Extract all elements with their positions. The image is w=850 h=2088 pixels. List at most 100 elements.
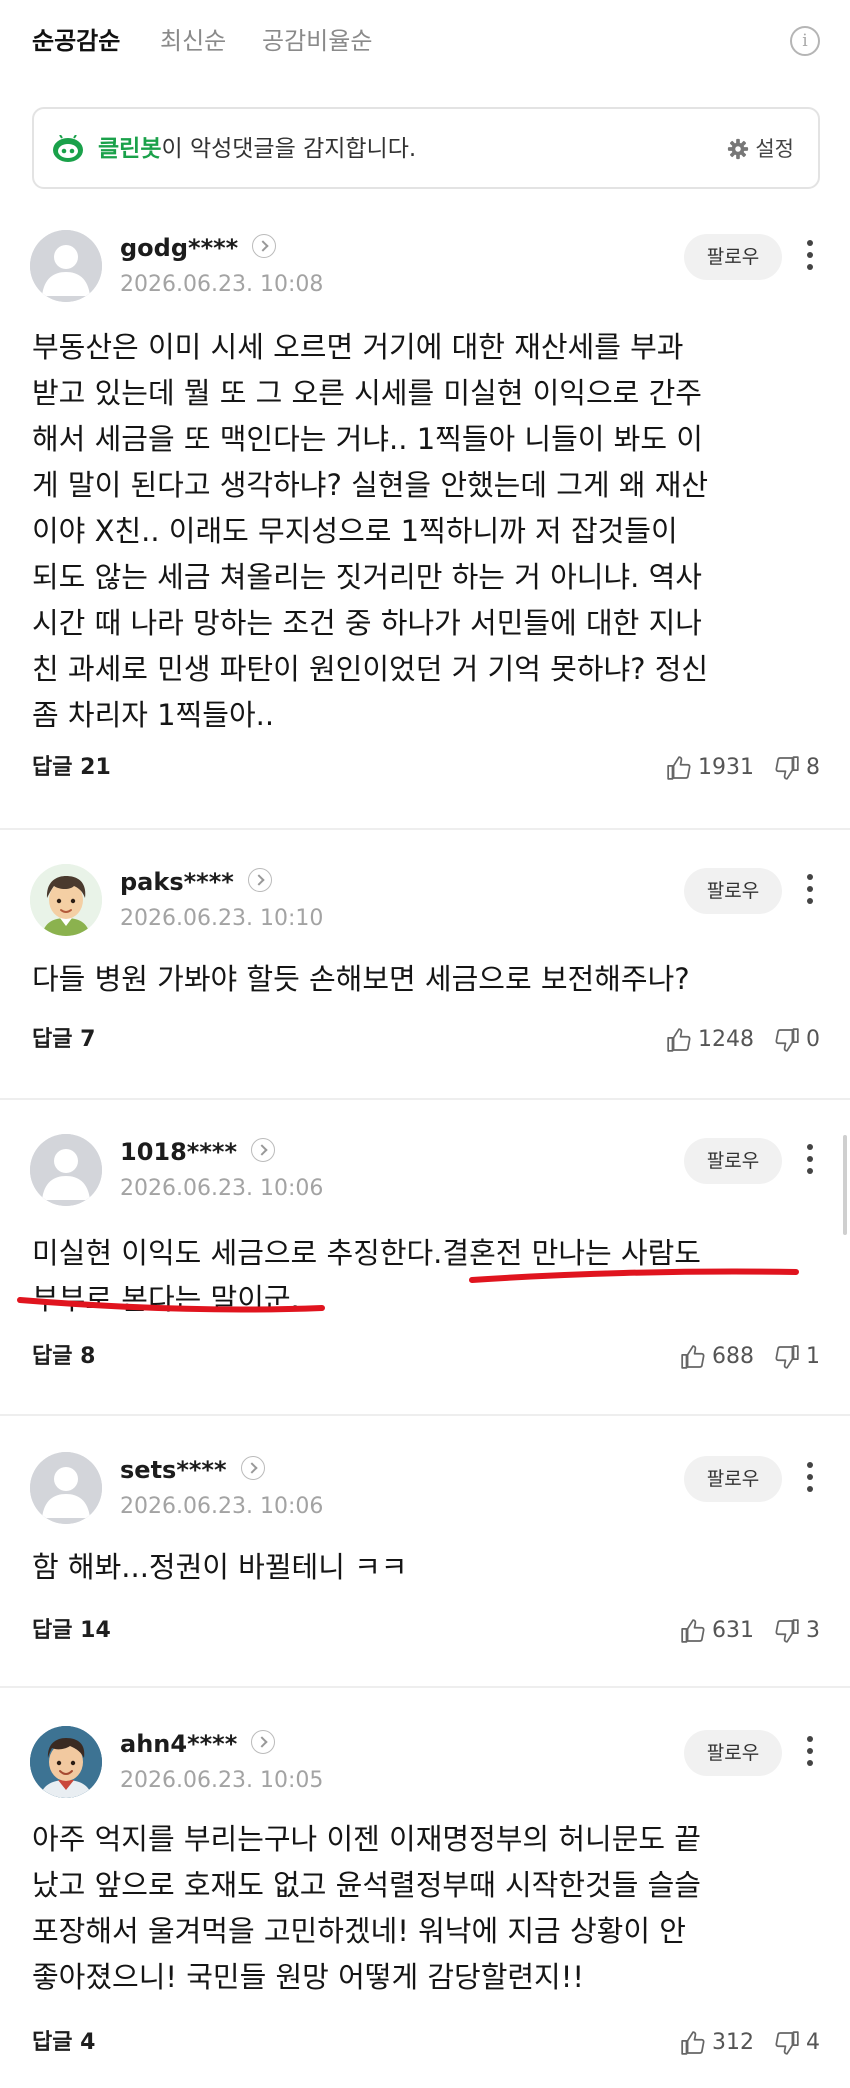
like-button[interactable]: 1931 [666,753,754,783]
reply-button[interactable]: 답글 21 [32,753,111,783]
nickname[interactable]: godg**** [120,232,277,264]
nickname[interactable]: 1018**** [120,1136,275,1168]
thumbs-down-icon [775,1619,799,1643]
like-count: 1248 [698,1027,754,1052]
cartoon-man-avatar-icon [30,1726,102,1798]
thumbs-up-icon [667,1028,691,1052]
avatar[interactable] [30,864,102,936]
cartoon-boy-avatar-icon [30,864,102,936]
reply-button[interactable]: 답글 14 [32,1616,111,1646]
thumbs-up-icon [667,756,691,780]
follow-button[interactable]: 팔로우 [684,868,782,914]
dislike-count: 1 [806,1344,820,1369]
comment-line: 이야 X친.. 이래도 무지성으로 1찍하니까 저 잡것들이 [32,514,678,548]
dislike-button[interactable]: 1 [774,1342,820,1372]
scrollbar[interactable] [843,1135,847,1235]
comment-line: 미실현 이익도 세금으로 추징한다.결혼전 만나는 사람도 [32,1236,701,1270]
avatar[interactable] [30,1726,102,1798]
chevron-right-icon[interactable] [247,868,272,892]
vote-group: 631 3 [680,1616,820,1646]
nickname[interactable]: ahn4**** [120,1728,276,1760]
vote-group: 1931 8 [666,753,820,783]
like-count: 688 [712,1344,754,1369]
reply-button[interactable]: 답글 4 [32,2028,95,2058]
like-button[interactable]: 312 [680,2028,754,2058]
thumbs-down-icon [775,756,799,780]
tab-like-ratio[interactable]: 공감비율순 [262,24,372,58]
follow-button[interactable]: 팔로우 [684,234,782,280]
comment-line: 받고 있는데 뭘 또 그 오른 시세를 미실현 이익으로 간주 [32,376,702,410]
cleanbot-banner: 클린봇이 악성댓글을 감지합니다. 설정 [32,107,820,189]
chevron-right-icon[interactable] [251,1730,276,1754]
reply-button[interactable]: 답글 8 [32,1342,95,1372]
dislike-button[interactable]: 4 [774,2028,820,2058]
dislike-button[interactable]: 0 [774,1025,820,1055]
thumbs-down-icon [775,1345,799,1369]
nickname[interactable]: paks**** [120,866,272,898]
info-icon[interactable]: i [790,26,820,56]
more-options-icon[interactable] [800,874,820,914]
comment-date: 2026.06.23. 10:10 [120,906,324,931]
cleanbot-notice-text: 이 악성댓글을 감지합니다. [161,136,417,162]
comment-item: 1018**** 2026.06.23. 10:06 팔로우 미실현 이익도 세… [0,1134,850,1416]
avatar[interactable] [30,1452,102,1524]
follow-button[interactable]: 팔로우 [684,1730,782,1776]
thumbs-up-icon [681,1619,705,1643]
comment-line: 아주 억지를 부리는구나 이젠 이재명정부의 허니문도 끝 [32,1822,701,1856]
default-avatar-icon [30,1452,102,1524]
thumbs-down-icon [775,1028,799,1052]
comment-line: 해서 세금을 또 맥인다는 거냐.. 1찍들아 니들이 봐도 이 [32,422,703,456]
nickname-text: godg**** [120,234,239,262]
thumbs-up-icon [681,2031,705,2055]
nickname[interactable]: sets**** [120,1454,265,1486]
vote-group: 1248 0 [666,1025,820,1055]
comment-item: godg**** 2026.06.23. 10:08 팔로우 부동산은 이미 시… [0,230,850,830]
cleanbot-brand: 클린봇 [98,136,162,162]
gear-icon [728,138,749,160]
thumbs-down-icon [775,2031,799,2055]
more-options-icon[interactable] [800,1462,820,1502]
comment-line: 다들 병원 가봐야 할듯 손해보면 세금으로 보전해주나? [32,962,690,996]
chevron-right-icon[interactable] [252,234,277,258]
chevron-right-icon[interactable] [240,1456,265,1480]
like-count: 631 [712,1618,754,1643]
like-button[interactable]: 688 [680,1342,754,1372]
cleanbot-settings-button[interactable]: 설정 [727,132,794,166]
comment-line: 부동산은 이미 시세 오르면 거기에 대한 재산세를 부과 [32,330,684,364]
dislike-button[interactable]: 3 [774,1616,820,1646]
reply-button[interactable]: 답글 7 [32,1025,95,1055]
tab-latest[interactable]: 최신순 [160,24,226,58]
comment-item: paks**** 2026.06.23. 10:10 팔로우 다들 병원 가봐야… [0,864,850,1100]
comment-body: 부동산은 이미 시세 오르면 거기에 대한 재산세를 부과 받고 있는데 뭘 또… [32,324,822,738]
nickname-text: sets**** [120,1456,227,1484]
comment-body: 다들 병원 가봐야 할듯 손해보면 세금으로 보전해주나? [32,956,822,1002]
comment-line: 났고 앞으로 호재도 없고 윤석렬정부때 시작한것들 슬슬 [32,1868,701,1902]
chevron-right-icon[interactable] [251,1138,275,1162]
comment-line: 함 해봐...정권이 바뀔테니 ㅋㅋ [32,1550,408,1584]
follow-button[interactable]: 팔로우 [684,1456,782,1502]
comment-item: ahn4**** 2026.06.23. 10:05 팔로우 아주 억지를 부리… [0,1726,850,2088]
follow-button[interactable]: 팔로우 [684,1138,782,1184]
cleanbot-icon [53,135,83,162]
like-count: 1931 [698,755,754,780]
comment-item: sets**** 2026.06.23. 10:06 팔로우 함 해봐...정권… [0,1452,850,1688]
like-button[interactable]: 1248 [666,1025,754,1055]
more-options-icon[interactable] [800,1736,820,1776]
dislike-button[interactable]: 8 [774,753,820,783]
dislike-count: 0 [806,1027,820,1052]
tab-most-liked[interactable]: 순공감순 [32,24,120,58]
comment-body: 함 해봐...정권이 바뀔테니 ㅋㅋ [32,1544,822,1590]
comment-line: 친 과세로 민생 파탄이 원인이었던 거 기억 못하냐? 정신 [32,652,709,686]
avatar[interactable] [30,230,102,302]
more-options-icon[interactable] [800,1144,820,1184]
comment-date: 2026.06.23. 10:06 [120,1176,324,1201]
nickname-text: 1018**** [120,1138,237,1166]
comment-line: 게 말이 된다고 생각하냐? 실현을 안했는데 그게 왜 재산 [32,468,709,502]
avatar[interactable] [30,1134,102,1206]
comment-date: 2026.06.23. 10:06 [120,1494,324,1519]
more-options-icon[interactable] [800,240,820,280]
comment-line: 부부로 본다는 말이군. [32,1282,300,1316]
comment-line: 되도 않는 세금 쳐올리는 짓거리만 하는 거 아니냐. 역사 [32,560,702,594]
comment-line: 시간 때 나라 망하는 조건 중 하나가 서민들에 대한 지나 [32,606,702,640]
like-button[interactable]: 631 [680,1616,754,1646]
